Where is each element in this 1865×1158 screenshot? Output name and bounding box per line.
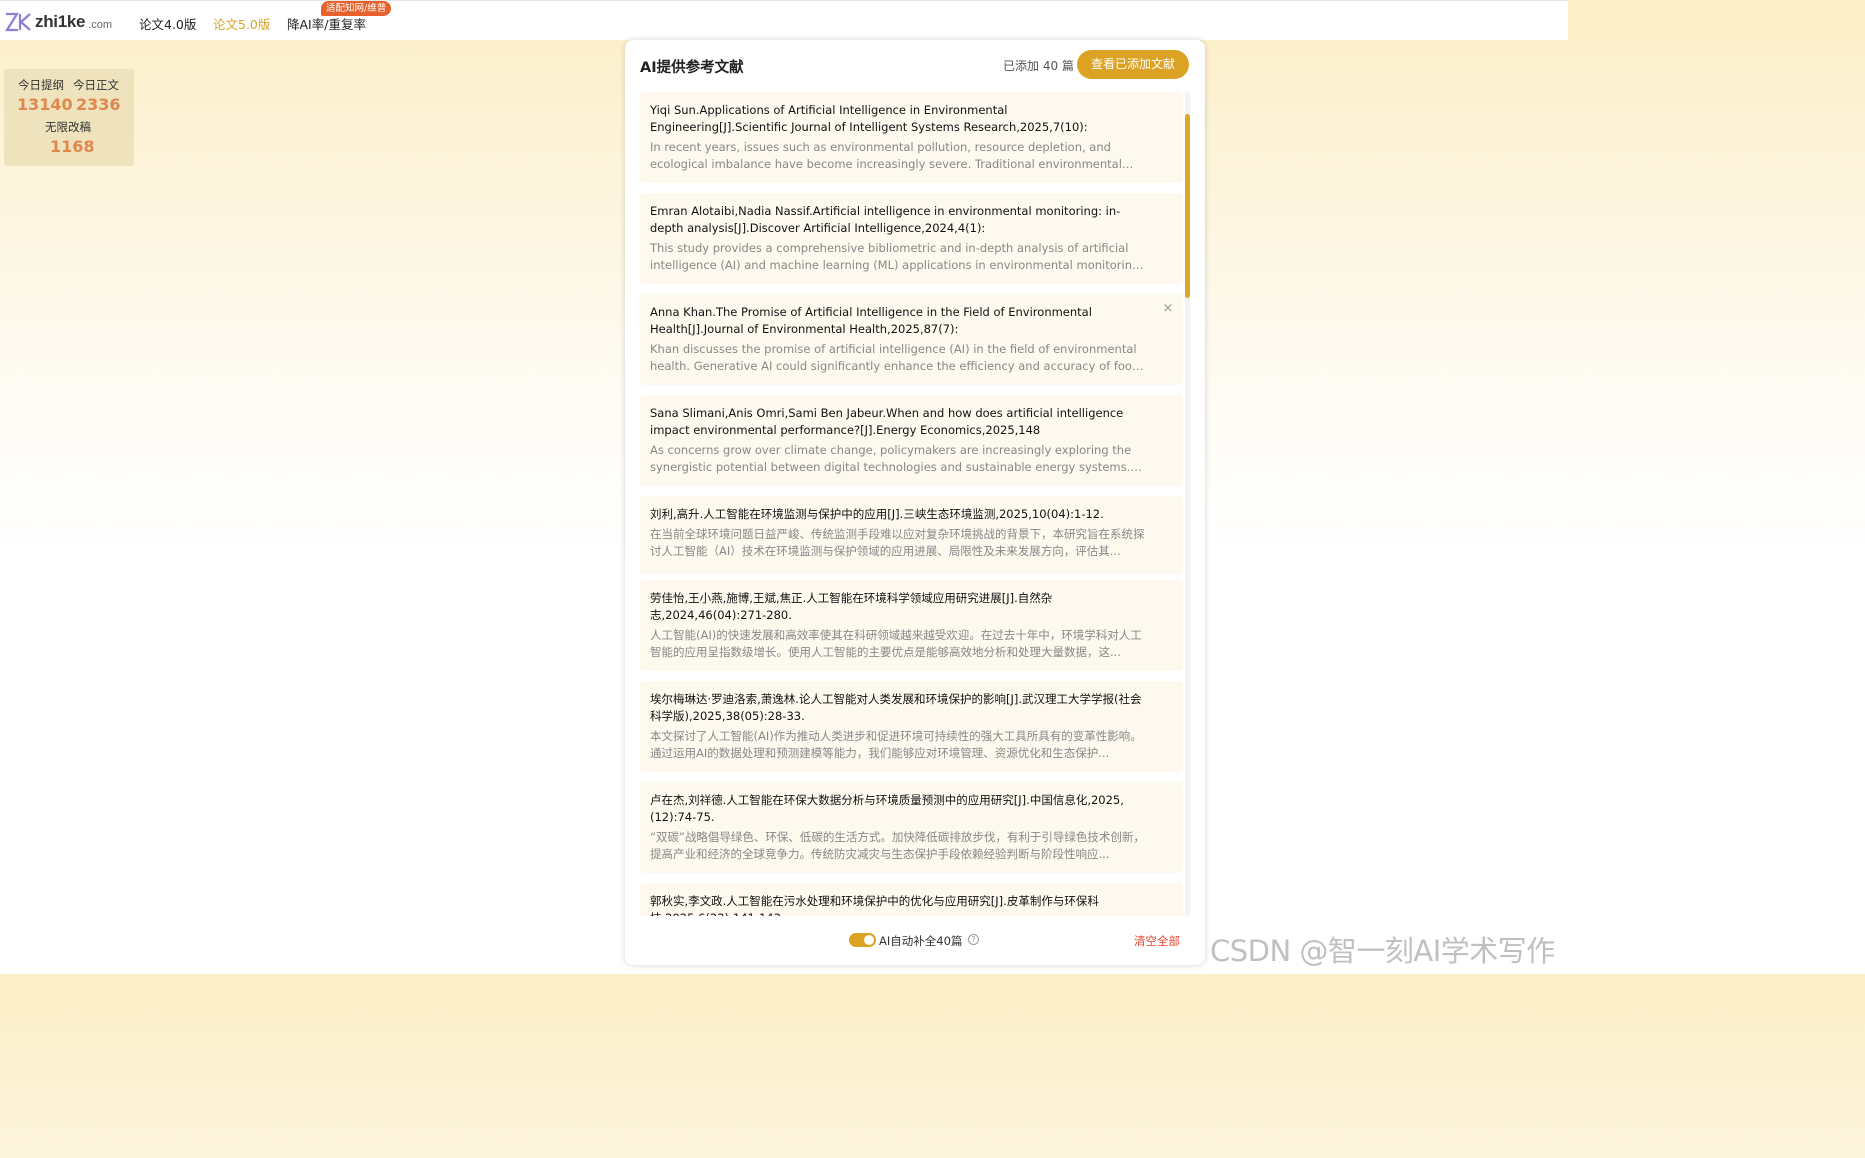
reference-item[interactable]: 卢在杰,刘祥德.人工智能在环保大数据分析与环境质量预测中的应用研究[J].中国信… (640, 782, 1183, 873)
reference-title: Yiqi Sun.Applications of Artificial Inte… (650, 103, 1088, 134)
body-count: 2336 (76, 95, 121, 114)
body-label: 今日正文 (73, 78, 119, 92)
reference-title: 郭秋实,李文政.人工智能在污水处理和环境保护中的优化与应用研究[J].皮革制作与… (650, 894, 1099, 916)
reference-title: Emran Alotaibi,Nadia Nassif.Artificial i… (650, 204, 1121, 235)
reference-item[interactable]: Anna Khan.The Promise of Artificial Inte… (640, 294, 1183, 385)
top-nav-bar: zhi1ke .com 论文4.0版 论文5.0版 降AI率/重复率 适配知网/… (0, 0, 1568, 40)
reference-abstract: 人工智能(AI)的快速发展和高效率使其在科研领域越来越受欢迎。在过去十年中，环境… (650, 628, 1142, 659)
toggle-knob (864, 935, 874, 945)
auto-fill-label: AI自动补全40篇 (879, 934, 963, 948)
unlimited-count: 1168 (50, 137, 95, 156)
reference-title: 埃尔梅琳达·罗迪洛索,萧逸林.论人工智能对人类发展和环境保护的影响[J].武汉理… (650, 692, 1142, 723)
nav-item-reduce-ai-rate[interactable]: 降AI率/重复率 (287, 14, 366, 33)
reference-abstract: As concerns grow over climate change, po… (650, 443, 1132, 474)
outline-label: 今日提纲 (18, 78, 64, 92)
reference-abstract: This study provides a comprehensive bibl… (650, 241, 1143, 272)
logo-suffix: .com (88, 18, 113, 31)
nav-item-paper-4[interactable]: 论文4.0版 (139, 14, 196, 33)
clear-all-button[interactable]: 清空全部 (1134, 933, 1180, 949)
reference-item[interactable]: Yiqi Sun.Applications of Artificial Inte… (640, 92, 1183, 183)
reference-item[interactable]: Sana Slimani,Anis Omri,Sami Ben Jabeur.W… (640, 395, 1183, 486)
reference-title: 劳佳怡,王小燕,施博,王斌,焦正.人工智能在环境科学领域应用研究进展[J].自然… (650, 591, 1053, 622)
nav-item-paper-5[interactable]: 论文5.0版 (213, 14, 270, 33)
csdn-watermark: CSDN @智一刻AI学术写作 (1210, 934, 1555, 968)
reference-abstract: Khan discusses the promise of artificial… (650, 342, 1140, 373)
reference-title: Sana Slimani,Anis Omri,Sami Ben Jabeur.W… (650, 406, 1124, 437)
reference-list[interactable]: Yiqi Sun.Applications of Artificial Inte… (640, 92, 1183, 916)
panel-title: AI提供参考文献 (640, 60, 744, 76)
reference-list-scrollbar[interactable] (1185, 92, 1190, 916)
reference-item[interactable]: 埃尔梅琳达·罗迪洛索,萧逸林.论人工智能对人类发展和环境保护的影响[J].武汉理… (640, 681, 1183, 772)
remove-reference-close-icon[interactable]: × (1161, 302, 1175, 316)
reference-title: 刘利,高升.人工智能在环境监测与保护中的应用[J].三峡生态环境监测,2025,… (650, 507, 1104, 521)
reference-abstract: 本文探讨了人工智能(AI)作为推动人类进步和促进环境可持续性的强大工具所具有的变… (650, 729, 1142, 760)
reference-abstract: In recent years, issues such as environm… (650, 140, 1122, 171)
site-logo[interactable]: zhi1ke .com (4, 10, 112, 34)
reference-item[interactable]: 刘利,高升.人工智能在环境监测与保护中的应用[J].三峡生态环境监测,2025,… (640, 496, 1183, 574)
reference-item[interactable]: Emran Alotaibi,Nadia Nassif.Artificial i… (640, 193, 1183, 284)
auto-fill-toggle[interactable] (849, 933, 876, 947)
daily-stats-box: 今日提纲 今日正文 13140 2336 无限改稿 1168 (4, 69, 134, 166)
added-count: 已添加 40 篇 (1003, 59, 1074, 73)
unlimited-label: 无限改稿 (45, 120, 91, 134)
reference-item[interactable]: 郭秋实,李文政.人工智能在污水处理和环境保护中的优化与应用研究[J].皮革制作与… (640, 883, 1183, 916)
logo-text: zhi1ke (35, 12, 86, 31)
reference-abstract: “双碳”战略倡导绿色、环保、低碳的生活方式。加快降低碳排放步伐，有利于引导绿色技… (650, 830, 1145, 861)
reference-title: Anna Khan.The Promise of Artificial Inte… (650, 305, 1092, 336)
reference-panel: AI提供参考文献 已添加 40 篇 查看已添加文献 Yiqi Sun.Appli… (625, 40, 1205, 965)
cnki-compat-badge: 适配知网/维普 (321, 1, 392, 16)
reference-abstract: 在当前全球环境问题日益严峻、传统监测手段难以应对复杂环境挑战的背景下，本研究旨在… (650, 527, 1145, 558)
outline-count: 13140 (17, 95, 73, 114)
scrollbar-thumb[interactable] (1185, 114, 1190, 298)
view-added-references-button[interactable]: 查看已添加文献 (1077, 50, 1189, 79)
zk-logo-icon (5, 12, 31, 32)
help-icon[interactable]: ? (968, 934, 979, 945)
reference-title: 卢在杰,刘祥德.人工智能在环保大数据分析与环境质量预测中的应用研究[J].中国信… (650, 793, 1124, 824)
reference-item[interactable]: 劳佳怡,王小燕,施博,王斌,焦正.人工智能在环境科学领域应用研究进展[J].自然… (640, 580, 1183, 671)
